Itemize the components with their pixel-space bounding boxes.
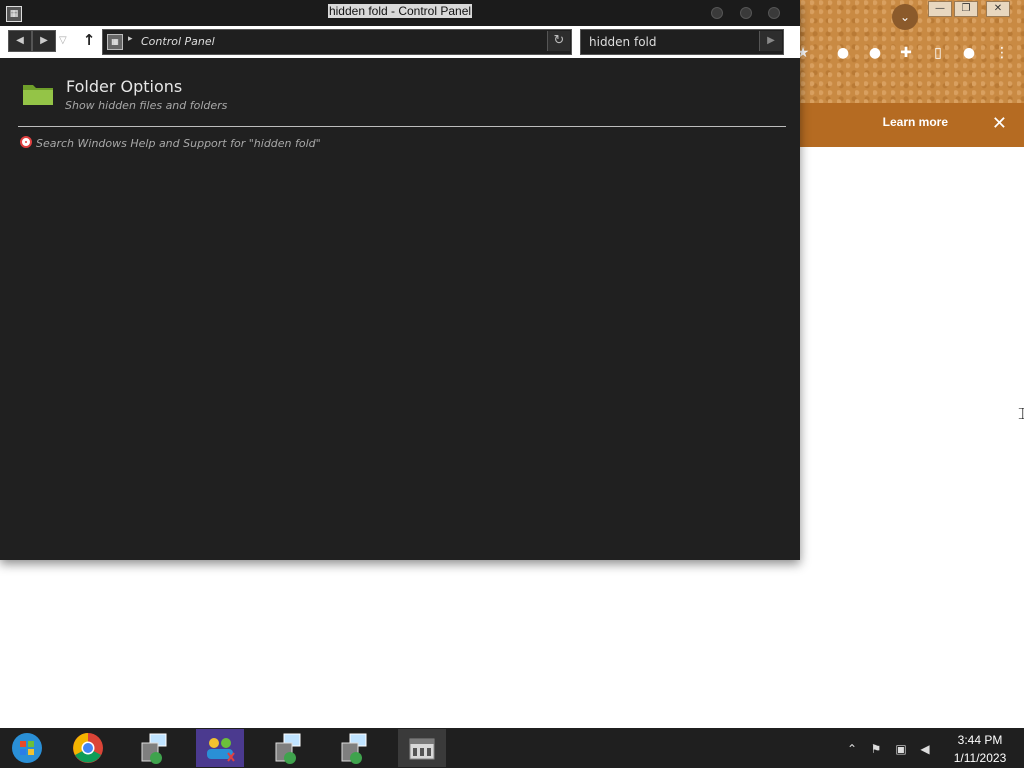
browser-restore-button[interactable]: ❐ <box>954 1 978 17</box>
learn-more-link[interactable]: Learn more <box>883 115 948 129</box>
banner-close-icon[interactable]: ✕ <box>992 110 1007 138</box>
control-panel-window: ▦ hidden fold - Control Panel ◀ ▶ ▽ ↑ ▦ … <box>0 0 800 560</box>
volume-icon[interactable]: ◀ <box>918 742 932 756</box>
network-installer-icon[interactable] <box>130 729 178 767</box>
minimize-button[interactable] <box>711 7 723 19</box>
control-panel-icon: ▦ <box>107 34 123 50</box>
close-button[interactable] <box>768 7 780 19</box>
browser-close-button[interactable]: ✕ <box>986 1 1010 17</box>
search-input[interactable] <box>587 33 756 51</box>
window-title: hidden fold - Control Panel <box>327 4 473 18</box>
network-installer-icon-2[interactable] <box>264 729 312 767</box>
show-hidden-icons-chevron-icon[interactable]: ⌃ <box>845 742 859 756</box>
users-remote-icon[interactable] <box>196 729 244 767</box>
browser-minimize-button[interactable]: — <box>928 1 952 17</box>
help-lifebuoy-icon <box>20 136 32 148</box>
extensions-puzzle-icon[interactable]: ✚ <box>897 44 915 62</box>
recent-pages-chevron-icon[interactable]: ▽ <box>59 31 73 51</box>
extension-avatar-icon[interactable]: ● <box>866 44 884 62</box>
forward-button[interactable]: ▶ <box>32 30 56 52</box>
help-link-text[interactable]: Search Windows Help and Support for "hid… <box>36 137 321 150</box>
start-orb-icon[interactable] <box>4 729 52 767</box>
search-help-link[interactable]: Search Windows Help and Support for "hid… <box>18 134 418 152</box>
clock-time[interactable]: 3:44 PM <box>940 733 1020 747</box>
side-panel-icon[interactable]: ▯ <box>929 44 947 62</box>
extension-flag-icon[interactable]: ● <box>834 44 852 62</box>
folder-icon <box>23 85 53 105</box>
refresh-icon[interactable]: ↻ <box>547 31 570 51</box>
up-arrow-icon[interactable]: ↑ <box>80 30 98 50</box>
control-panel-taskbar-icon[interactable] <box>398 729 446 767</box>
result-description[interactable]: Show hidden files and folders <box>65 99 227 112</box>
profile-icon[interactable]: ● <box>960 44 978 62</box>
tab-search-dropdown[interactable]: ⌄ <box>892 4 918 30</box>
breadcrumb-control-panel[interactable]: Control Panel <box>141 35 215 48</box>
breadcrumb-chevron-icon[interactable]: ▸ <box>128 34 133 44</box>
network-error-icon[interactable]: ▣ <box>894 742 908 756</box>
back-button[interactable]: ◀ <box>8 30 32 52</box>
search-box[interactable]: ▶ <box>580 29 784 55</box>
maximize-button[interactable] <box>740 7 752 19</box>
chrome-icon[interactable] <box>64 729 112 767</box>
result-title[interactable]: Folder Options <box>66 77 182 96</box>
action-center-flag-icon[interactable]: ⚑ <box>869 742 883 756</box>
network-installer-icon-3[interactable] <box>330 729 378 767</box>
clock-date[interactable]: 1/11/2023 <box>940 751 1020 765</box>
browser-menu-icon[interactable]: ⋮ <box>993 44 1011 62</box>
divider <box>18 126 786 127</box>
result-folder-options[interactable]: Folder Options Show hidden files and fol… <box>18 74 418 116</box>
address-bar[interactable]: ▦ ▸ Control Panel ↻ <box>102 29 572 55</box>
search-go-icon[interactable]: ▶ <box>759 31 782 51</box>
mouse-cursor-icon: ⌶ <box>1018 404 1024 423</box>
